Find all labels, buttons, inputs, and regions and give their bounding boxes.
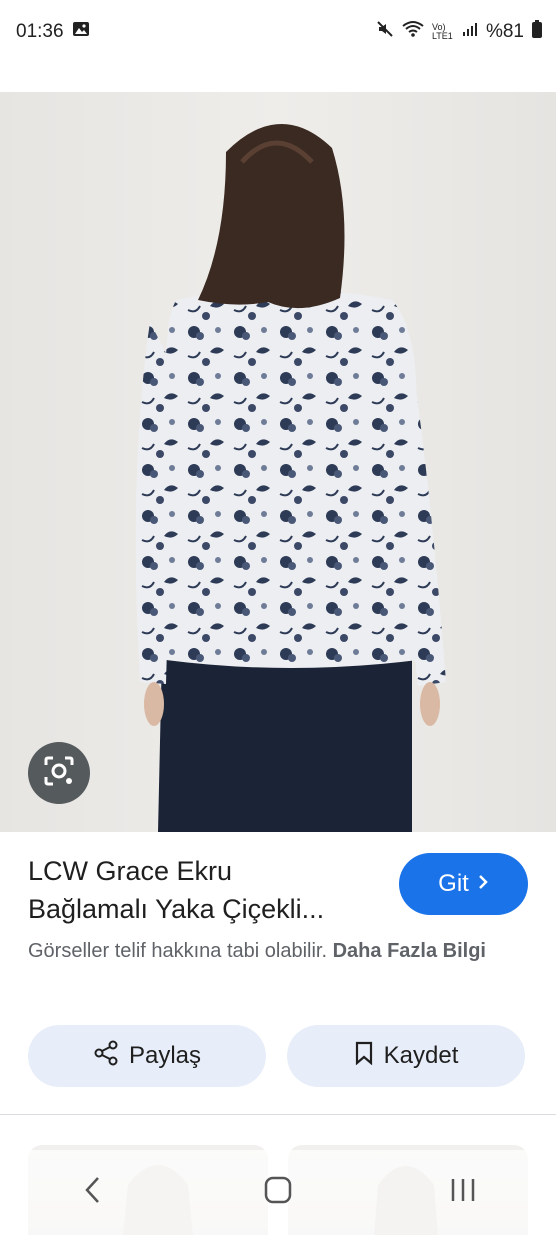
wifi-icon — [402, 20, 424, 44]
network-label: Vo) LTE1 — [431, 22, 453, 41]
signal-icon — [462, 21, 478, 43]
copyright-notice: Görseller telif hakkına tabi olabilir. D… — [28, 935, 528, 967]
status-time: 01:36 — [16, 21, 64, 42]
home-button[interactable] — [238, 1163, 318, 1223]
battery-icon — [532, 20, 542, 44]
mute-icon — [376, 20, 394, 44]
gallery-icon — [72, 21, 90, 43]
share-icon — [93, 1040, 119, 1073]
go-label: Git — [438, 870, 469, 897]
save-button[interactable]: Kaydet — [287, 1025, 525, 1087]
save-label: Kaydet — [383, 1042, 459, 1069]
home-icon — [263, 1175, 293, 1210]
status-bar: 01:36 Vo) LTE1 %81 — [0, 0, 556, 64]
bookmark-icon — [354, 1041, 374, 1072]
recents-button[interactable] — [423, 1163, 503, 1223]
more-info-link[interactable]: Daha Fazla Bilgi — [333, 940, 486, 962]
back-icon — [83, 1175, 103, 1210]
result-title[interactable]: LCW Grace Ekru Bağlamalı Yaka Çiçekli... — [28, 852, 388, 928]
chevron-right-icon — [477, 870, 489, 898]
lens-button[interactable] — [28, 742, 90, 804]
lens-icon — [42, 754, 76, 793]
share-button[interactable]: Paylaş — [28, 1025, 266, 1087]
share-label: Paylaş — [128, 1042, 202, 1069]
battery-level: %81 — [485, 21, 524, 42]
recents-icon — [448, 1176, 478, 1209]
go-button[interactable]: Git — [399, 853, 528, 915]
system-nav-bar — [0, 1150, 556, 1235]
divider — [0, 1114, 556, 1115]
back-button[interactable] — [53, 1163, 133, 1223]
product-image[interactable] — [0, 92, 556, 832]
copyright-text: Görseller telif hakkına tabi olabilir. — [28, 940, 328, 962]
